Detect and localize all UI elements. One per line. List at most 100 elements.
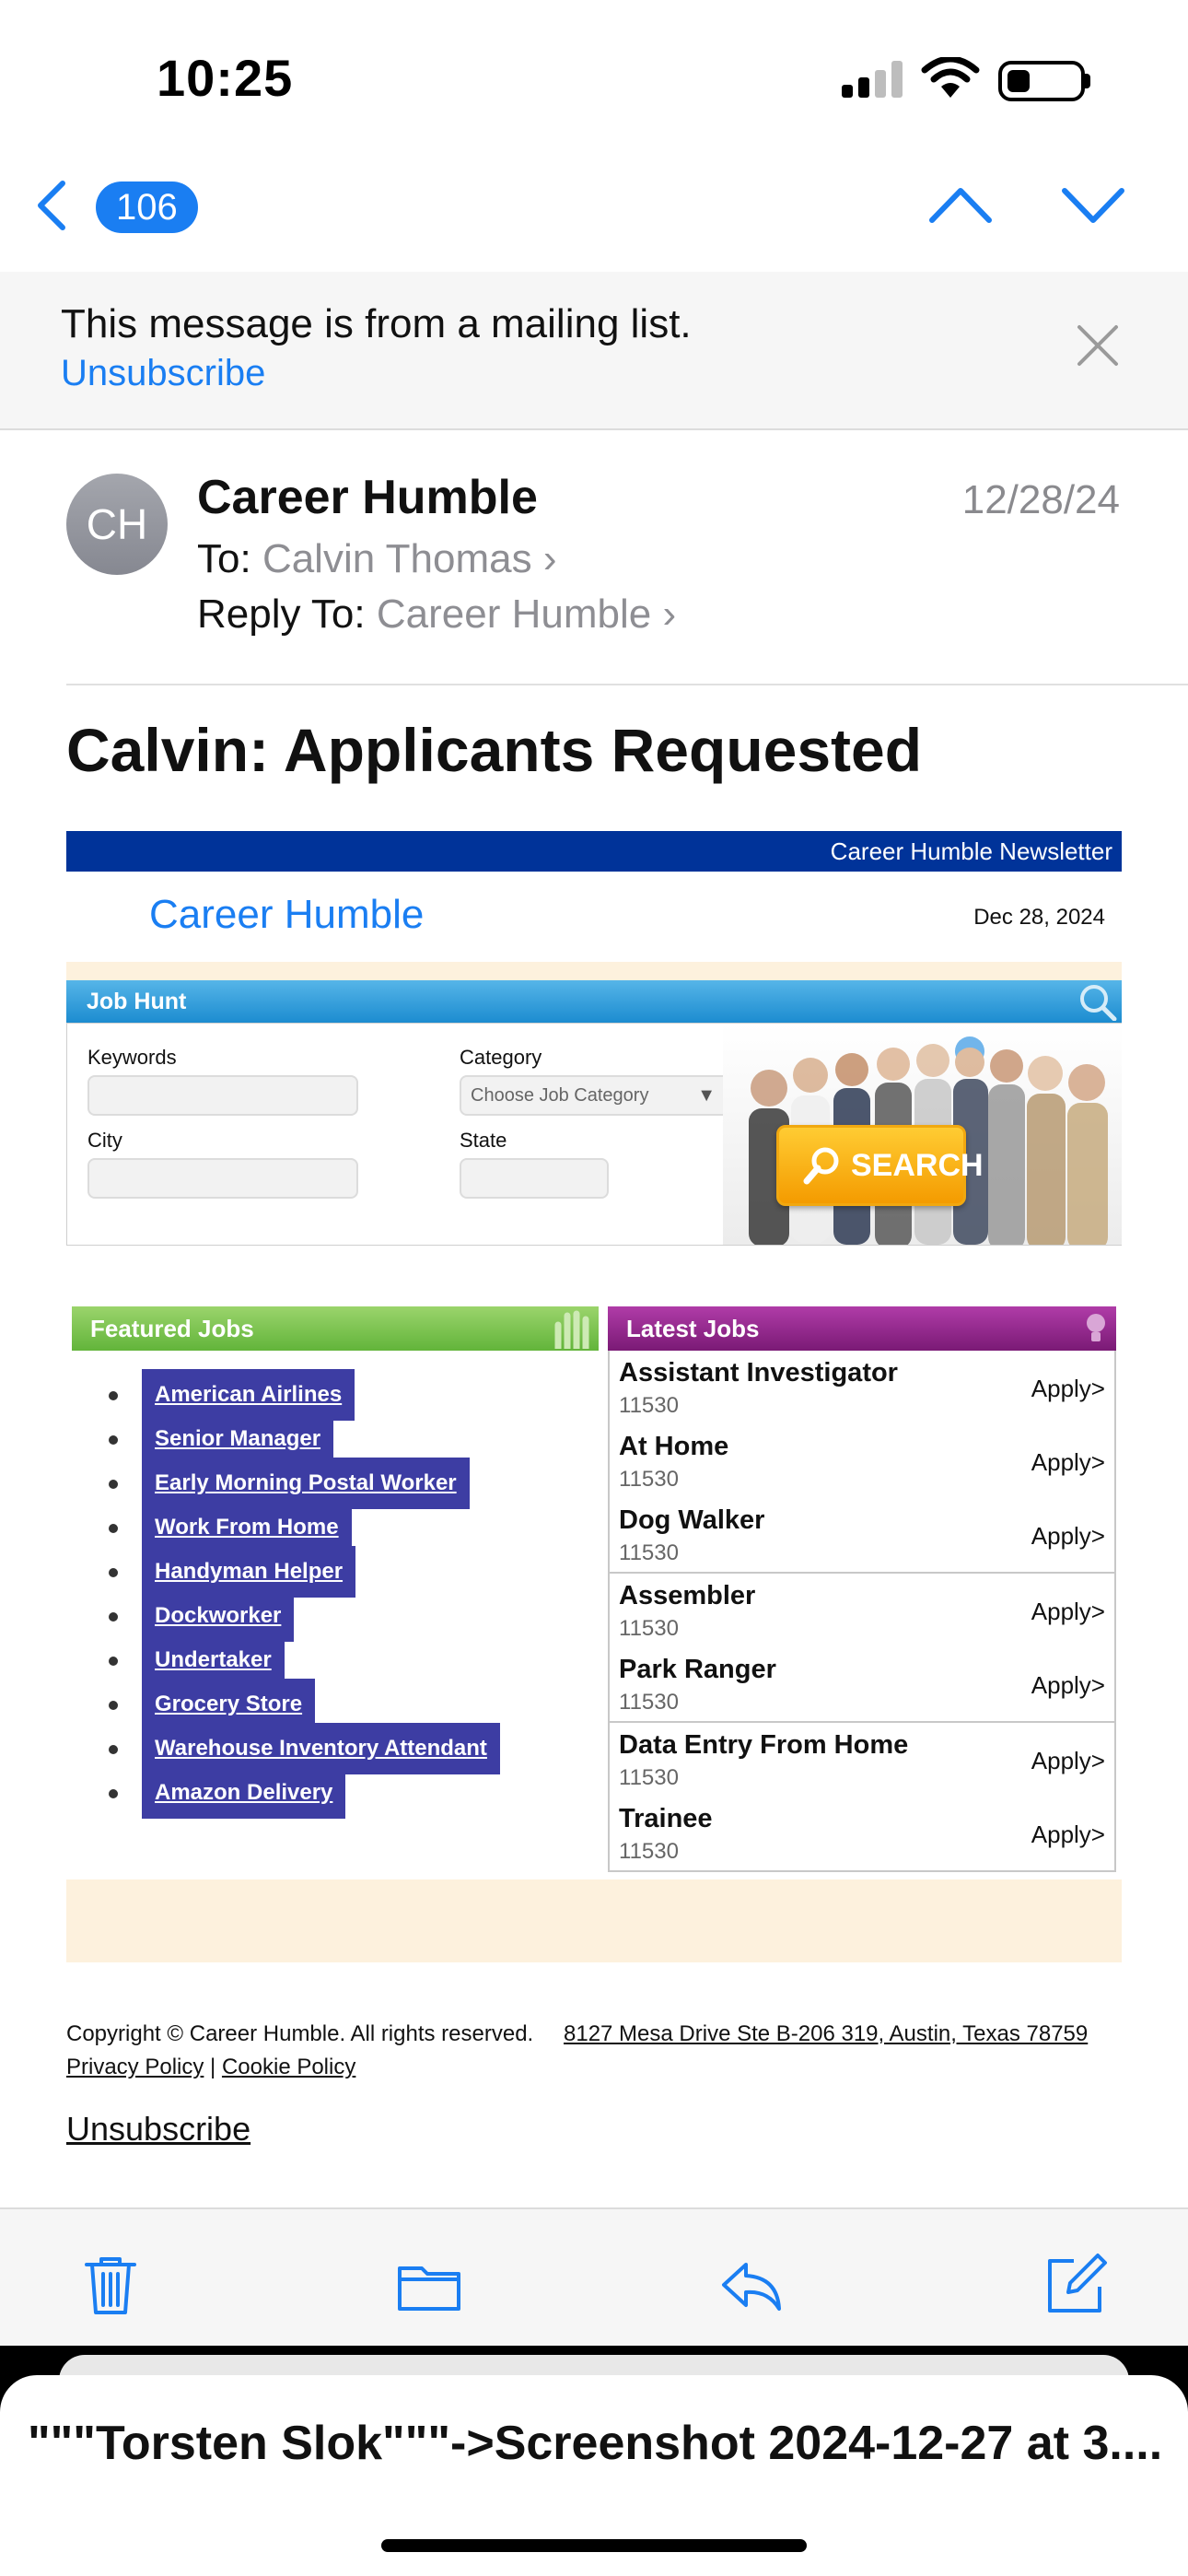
job-title[interactable]: Trainee — [619, 1804, 713, 1834]
chevron-right-icon: › — [542, 536, 557, 581]
featured-job-link[interactable]: Amazon Delivery — [142, 1767, 346, 1819]
job-hunt-title: Job Hunt — [87, 989, 187, 1014]
job-zip: 11530 — [619, 1616, 679, 1641]
city-label: City — [87, 1129, 122, 1152]
footer-unsubscribe-link[interactable]: Unsubscribe — [66, 2110, 250, 2149]
trash-icon[interactable] — [77, 2252, 144, 2318]
reply-to-recipient[interactable]: Career Humble — [377, 591, 651, 637]
folder-icon[interactable] — [396, 2252, 462, 2318]
close-icon[interactable] — [1074, 322, 1122, 369]
job-zip: 11530 — [619, 1540, 679, 1565]
list-item[interactable]: Park Ranger 11530 Apply> — [610, 1647, 1114, 1721]
to-label: To: — [197, 536, 251, 581]
chevron-right-icon: › — [662, 591, 677, 637]
apply-link[interactable]: Apply> — [1031, 1821, 1105, 1849]
job-title[interactable]: Assembler — [619, 1581, 755, 1611]
job-zip: 11530 — [619, 1765, 679, 1790]
previous-message-icon[interactable] — [928, 180, 993, 231]
latest-jobs-group: Data Entry From Home 11530 Apply> Traine… — [610, 1723, 1114, 1870]
banner-unsubscribe-link[interactable]: Unsubscribe — [61, 353, 265, 394]
message-count-badge[interactable]: 106 — [96, 181, 198, 233]
job-title[interactable]: At Home — [619, 1432, 728, 1462]
list-item: Grocery Store — [72, 1679, 599, 1730]
list-item: Undertaker — [72, 1634, 599, 1686]
job-title[interactable]: Data Entry From Home — [619, 1730, 908, 1761]
sender-name[interactable]: Career Humble — [197, 470, 538, 525]
search-button-label: SEARCH — [851, 1148, 984, 1183]
brand-link[interactable]: Career Humble — [149, 892, 424, 938]
apply-link[interactable]: Apply> — [1031, 1448, 1105, 1477]
status-time: 10:25 — [157, 49, 294, 107]
city-input[interactable] — [87, 1158, 358, 1199]
category-select[interactable]: Choose Job Category ▼ — [460, 1075, 730, 1116]
policy-links: Privacy Policy | Cookie Policy — [66, 2055, 355, 2080]
back-chevron-icon[interactable] — [33, 178, 70, 233]
list-item[interactable]: Trainee 11530 Apply> — [610, 1797, 1114, 1870]
cellular-signal-icon — [842, 61, 903, 98]
keywords-input[interactable] — [87, 1075, 358, 1116]
search-icon — [803, 1147, 839, 1185]
latest-jobs-list: Assistant Investigator 11530 Apply> At H… — [608, 1351, 1116, 1872]
mailing-list-banner: This message is from a mailing list. Uns… — [0, 272, 1188, 430]
mailing-list-text: This message is from a mailing list. — [61, 301, 692, 346]
list-item: Dockworker — [72, 1590, 599, 1642]
state-input[interactable] — [460, 1158, 609, 1199]
job-zip: 11530 — [619, 1839, 679, 1864]
apply-link[interactable]: Apply> — [1031, 1598, 1105, 1626]
latest-jobs-title: Latest Jobs — [626, 1315, 760, 1342]
next-message-icon[interactable] — [1061, 180, 1125, 231]
search-button[interactable]: SEARCH — [776, 1125, 984, 1206]
apply-link[interactable]: Apply> — [1031, 1522, 1105, 1551]
list-item: American Airlines — [72, 1369, 599, 1421]
featured-jobs: Featured Jobs American Airlines Senior M… — [72, 1306, 599, 1819]
list-item: Amazon Delivery — [72, 1767, 599, 1819]
job-title[interactable]: Dog Walker — [619, 1505, 764, 1536]
job-hunt-box: Job Hunt Keywords Category Choose Job Ca… — [66, 962, 1122, 1246]
privacy-policy-link[interactable]: Privacy Policy — [66, 2055, 204, 2079]
to-line[interactable]: To: Calvin Thomas › — [197, 536, 556, 582]
mail-navigation: 106 — [0, 161, 1188, 272]
address-link[interactable]: 8127 Mesa Drive Ste B-206 319, Austin, T… — [564, 2021, 1088, 2047]
job-hunt-header: Job Hunt — [66, 980, 1122, 1023]
list-item: Early Morning Postal Worker — [72, 1458, 599, 1509]
magnifier-icon — [1080, 985, 1117, 1021]
apply-link[interactable]: Apply> — [1031, 1671, 1105, 1700]
hand-icon — [554, 1310, 589, 1349]
reply-to-line[interactable]: Reply To: Career Humble › — [197, 591, 676, 638]
header-divider — [66, 684, 1188, 685]
latest-jobs: Latest Jobs Assistant Investigator 11530… — [608, 1306, 1116, 1872]
message-date: 12/28/24 — [961, 477, 1120, 522]
job-title[interactable]: Assistant Investigator — [619, 1358, 898, 1388]
list-item[interactable]: At Home 11530 Apply> — [610, 1424, 1114, 1498]
cookie-policy-link[interactable]: Cookie Policy — [222, 2055, 355, 2079]
mail-toolbar — [0, 2207, 1188, 2346]
list-item: Handyman Helper — [72, 1546, 599, 1598]
list-item[interactable]: Assistant Investigator 11530 Apply> — [610, 1351, 1114, 1424]
list-item[interactable]: Dog Walker 11530 Apply> — [610, 1498, 1114, 1572]
copyright-text: Copyright © Career Humble. All rights re… — [66, 2021, 534, 2046]
job-zip: 11530 — [619, 1690, 679, 1715]
list-item: Senior Manager — [72, 1413, 599, 1465]
battery-icon — [998, 61, 1085, 101]
list-item: Warehouse Inventory Attendant — [72, 1723, 599, 1774]
list-item[interactable]: Assembler 11530 Apply> — [610, 1574, 1114, 1647]
latest-jobs-group: Assistant Investigator 11530 Apply> At H… — [610, 1351, 1114, 1574]
footer-band — [66, 1879, 1122, 1962]
state-label: State — [460, 1129, 507, 1152]
list-item: Work From Home — [72, 1502, 599, 1553]
to-recipient[interactable]: Calvin Thomas — [262, 536, 532, 581]
message-subject: Calvin: Applicants Requested — [66, 716, 923, 784]
job-zip: 11530 — [619, 1467, 679, 1492]
keywords-label: Keywords — [87, 1046, 177, 1069]
home-indicator[interactable] — [381, 2539, 807, 2552]
job-title[interactable]: Park Ranger — [619, 1655, 776, 1685]
compose-icon[interactable] — [1042, 2252, 1109, 2318]
reply-icon[interactable] — [718, 2252, 785, 2318]
apply-link[interactable]: Apply> — [1031, 1747, 1105, 1775]
lightbulb-icon — [1087, 1314, 1105, 1341]
share-sheet-title[interactable]: """Torsten Slok"""->Screenshot 2024-12-2… — [28, 2416, 1170, 2471]
list-item[interactable]: Data Entry From Home 11530 Apply> — [610, 1723, 1114, 1797]
issue-date: Dec 28, 2024 — [973, 905, 1105, 930]
apply-link[interactable]: Apply> — [1031, 1375, 1105, 1403]
newsletter-bar: Career Humble Newsletter — [66, 831, 1122, 872]
